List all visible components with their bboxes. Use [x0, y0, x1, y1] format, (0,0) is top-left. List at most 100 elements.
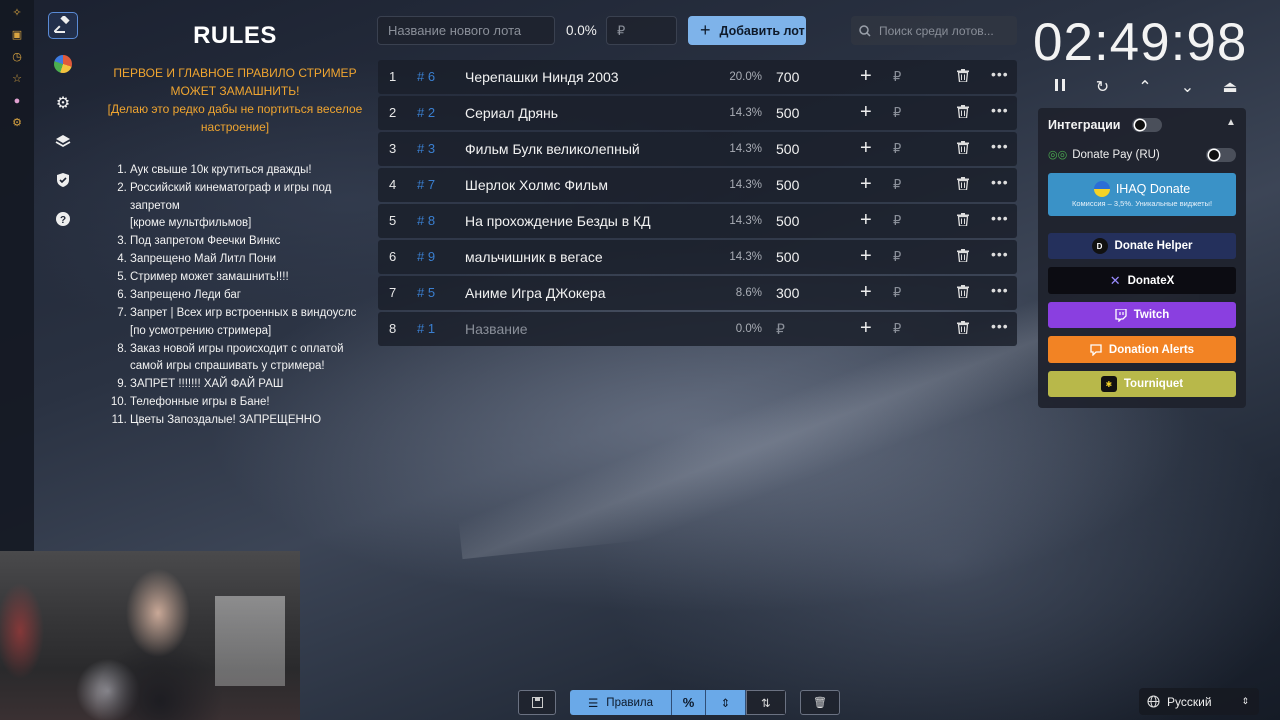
lot-amount[interactable]: 500 — [776, 105, 799, 121]
lot-add-rub[interactable]: ₽ — [893, 141, 901, 157]
trash-icon[interactable] — [957, 249, 969, 265]
lot-row[interactable]: 5 # 8 На прохождение Безды в КД 14.3% 50… — [378, 204, 1017, 238]
trash-icon[interactable] — [957, 141, 969, 157]
tourniquet-button[interactable]: ✱ Tourniquet — [1048, 371, 1236, 397]
save-button[interactable] — [518, 690, 556, 715]
lot-add-rub[interactable]: ₽ — [893, 321, 901, 337]
sort-tab[interactable]: ⇅ — [746, 690, 786, 715]
lot-id: # 9 — [417, 249, 436, 264]
search-input[interactable] — [879, 23, 1009, 38]
lot-row[interactable]: 8 # 1 Название 0.0% ₽ + ₽ ••• — [378, 312, 1017, 346]
help-icon[interactable]: ? — [48, 205, 78, 232]
lot-name[interactable]: мальчишник в вегасе — [465, 249, 603, 265]
archive-icon[interactable]: ▣ — [10, 28, 24, 42]
add-lot-button[interactable]: + Добавить лот — [688, 16, 806, 45]
lot-amount-input[interactable] — [606, 16, 677, 45]
add-amount-icon[interactable]: + — [860, 317, 872, 340]
rules-main-line: МОЖЕТ ЗАМАШНИТЬ! — [170, 84, 300, 98]
add-amount-icon[interactable]: + — [860, 137, 872, 160]
sparkle-icon[interactable]: ✧ — [10, 6, 24, 20]
lot-amount[interactable]: ₽ — [776, 321, 785, 338]
more-options-icon[interactable]: ••• — [991, 282, 1009, 298]
pie-chart-icon[interactable] — [48, 51, 78, 78]
lot-amount[interactable]: 500 — [776, 177, 799, 193]
lot-amount[interactable]: 500 — [776, 141, 799, 157]
trash-icon[interactable] — [957, 213, 969, 229]
donate-helper-button[interactable]: D Donate Helper — [1048, 233, 1236, 259]
lot-name[interactable]: Черепашки Ниндя 2003 — [465, 69, 619, 85]
ihaq-donate-button[interactable]: IHAQ Donate Комиссия – 3,5%. Уникальные … — [1048, 173, 1236, 216]
donatex-button[interactable]: ✕ DonateX — [1048, 267, 1236, 294]
reset-icon[interactable]: ↻ — [1093, 78, 1113, 98]
trash-icon[interactable] — [957, 177, 969, 193]
donation-alerts-button[interactable]: Donation Alerts — [1048, 336, 1236, 363]
add-amount-icon[interactable]: + — [860, 65, 872, 88]
rules-main-line: настроение] — [200, 120, 270, 134]
more-options-icon[interactable]: ••• — [991, 246, 1009, 262]
trash-icon[interactable] — [957, 69, 969, 85]
lot-amount[interactable]: 700 — [776, 69, 799, 85]
rules-tab[interactable]: ☰ Правила — [570, 690, 672, 715]
lot-add-rub[interactable]: ₽ — [893, 249, 901, 265]
rule-item: Под запретом Феечки Винкс — [130, 233, 366, 251]
add-amount-icon[interactable]: + — [860, 101, 872, 124]
lot-amount[interactable]: 500 — [776, 249, 799, 265]
lot-row[interactable]: 1 # 6 Черепашки Ниндя 2003 20.0% 700 + ₽… — [378, 60, 1017, 94]
lot-add-rub[interactable]: ₽ — [893, 177, 901, 193]
lot-name[interactable]: Шерлок Холмс Фильм — [465, 177, 608, 193]
donate-pay-toggle[interactable] — [1206, 148, 1236, 162]
add-amount-icon[interactable]: + — [860, 173, 872, 196]
trash-icon[interactable] — [957, 321, 969, 337]
lot-name[interactable]: Аниме Игра ДЖокера — [465, 285, 606, 301]
palette-icon[interactable]: ● — [10, 94, 24, 108]
lot-name[interactable]: Название — [465, 321, 528, 337]
lot-name[interactable]: Фильм Булк великолепный — [465, 141, 640, 157]
lot-add-rub[interactable]: ₽ — [893, 105, 901, 121]
lot-row[interactable]: 2 # 2 Сериал Дрянь 14.3% 500 + ₽ ••• — [378, 96, 1017, 130]
compress-tab[interactable]: ⇕ — [706, 690, 746, 715]
lot-row[interactable]: 6 # 9 мальчишник в вегасе 14.3% 500 + ₽ … — [378, 240, 1017, 274]
lot-add-rub[interactable]: ₽ — [893, 69, 901, 85]
layers-icon[interactable] — [48, 128, 78, 155]
lot-amount[interactable]: 500 — [776, 213, 799, 229]
trash-icon[interactable] — [957, 105, 969, 121]
donate-pay-icon: ◎◎ — [1048, 149, 1068, 161]
lot-row[interactable]: 3 # 3 Фильм Булк великолепный 14.3% 500 … — [378, 132, 1017, 166]
more-options-icon[interactable]: ••• — [991, 102, 1009, 118]
more-options-icon[interactable]: ••• — [991, 174, 1009, 190]
pause-icon[interactable] — [1050, 78, 1070, 98]
eject-icon[interactable]: ⏏ — [1220, 78, 1240, 98]
chevron-up-icon[interactable]: ⌃ — [1135, 78, 1155, 98]
add-amount-icon[interactable]: + — [860, 281, 872, 304]
lot-amount[interactable]: 300 — [776, 285, 799, 301]
lot-id: # 7 — [417, 177, 436, 192]
clock-icon[interactable]: ◷ — [10, 50, 24, 64]
shield-icon[interactable] — [48, 167, 78, 194]
search-box[interactable] — [851, 16, 1017, 45]
lot-add-rub[interactable]: ₽ — [893, 285, 901, 301]
cog-icon[interactable]: ⚙ — [10, 116, 24, 130]
lot-row[interactable]: 7 # 5 Аниме Игра ДЖокера 8.6% 300 + ₽ ••… — [378, 276, 1017, 310]
clear-lots-button[interactable]: 🗑 — [800, 690, 840, 715]
lot-name-input[interactable] — [377, 16, 555, 45]
star-icon[interactable]: ☆ — [10, 72, 24, 86]
chevron-up-icon[interactable]: ▲ — [1226, 117, 1236, 128]
add-amount-icon[interactable]: + — [860, 209, 872, 232]
auction-hammer-icon[interactable] — [48, 12, 78, 39]
add-amount-icon[interactable]: + — [860, 245, 872, 268]
lot-add-rub[interactable]: ₽ — [893, 213, 901, 229]
percent-tab[interactable]: % — [672, 690, 706, 715]
more-options-icon[interactable]: ••• — [991, 318, 1009, 334]
more-options-icon[interactable]: ••• — [991, 210, 1009, 226]
twitch-button[interactable]: Twitch — [1048, 302, 1236, 328]
lot-name[interactable]: На прохождение Безды в КД — [465, 213, 651, 229]
lot-row[interactable]: 4 # 7 Шерлок Холмс Фильм 14.3% 500 + ₽ •… — [378, 168, 1017, 202]
more-options-icon[interactable]: ••• — [991, 66, 1009, 82]
lot-name[interactable]: Сериал Дрянь — [465, 105, 558, 121]
integrations-toggle[interactable] — [1132, 118, 1162, 132]
chevron-down-icon[interactable]: ⌄ — [1178, 78, 1198, 98]
gear-icon[interactable]: ⚙ — [48, 89, 78, 116]
language-select[interactable]: Русский ⇕ — [1139, 688, 1259, 715]
trash-icon[interactable] — [957, 285, 969, 301]
more-options-icon[interactable]: ••• — [991, 138, 1009, 154]
